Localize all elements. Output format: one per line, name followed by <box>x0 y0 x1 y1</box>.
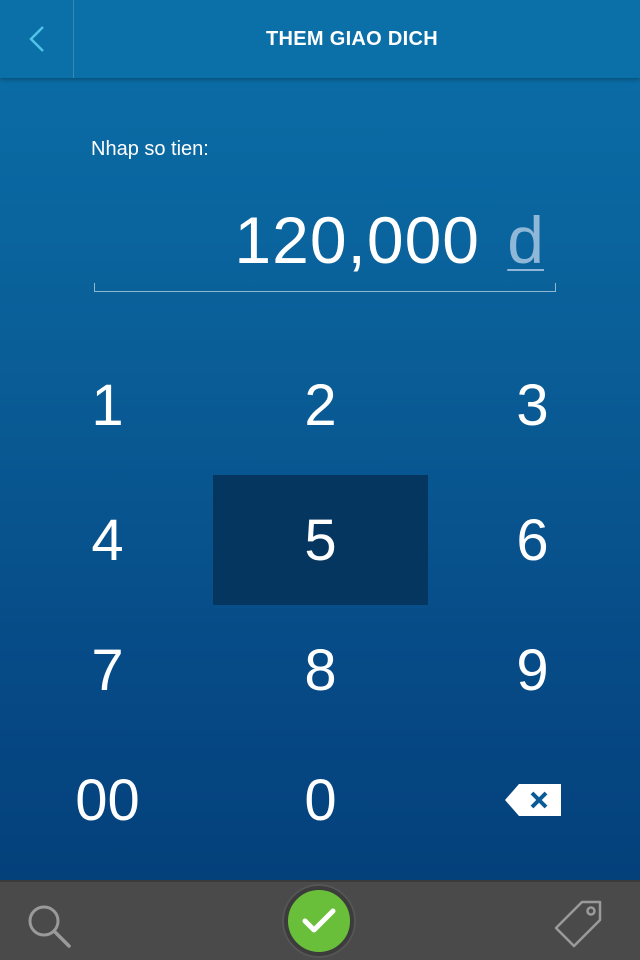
confirm-button[interactable] <box>284 886 354 956</box>
back-button[interactable] <box>0 0 74 78</box>
key-0[interactable]: 0 <box>213 735 428 865</box>
search-icon <box>28 905 71 948</box>
header-bar: THEM GIAO DICH <box>0 0 640 78</box>
chevron-left-icon <box>28 26 44 52</box>
key-7[interactable]: 7 <box>0 605 215 735</box>
checkmark-icon <box>302 908 336 933</box>
key-8[interactable]: 8 <box>213 605 428 735</box>
key-4[interactable]: 4 <box>0 475 215 605</box>
key-5[interactable]: 5 <box>213 475 428 605</box>
key-00[interactable]: 00 <box>0 735 215 865</box>
amount-value: 120,000 <box>234 203 480 277</box>
page-title: THEM GIAO DICH <box>266 27 438 50</box>
currency-unit[interactable]: d <box>507 202 544 278</box>
tag-button[interactable] <box>552 898 604 950</box>
backspace-button[interactable] <box>425 735 640 865</box>
amount-prompt: Nhap so tien: <box>91 138 209 160</box>
key-2[interactable]: 2 <box>213 340 428 470</box>
key-3[interactable]: 3 <box>425 340 640 470</box>
key-9[interactable]: 9 <box>425 605 640 735</box>
key-6[interactable]: 6 <box>425 475 640 605</box>
search-button[interactable] <box>24 902 74 952</box>
backspace-icon <box>504 784 561 816</box>
key-1[interactable]: 1 <box>0 340 215 470</box>
amount-field[interactable]: 120,000 d <box>94 190 556 292</box>
tag-icon <box>554 900 602 948</box>
